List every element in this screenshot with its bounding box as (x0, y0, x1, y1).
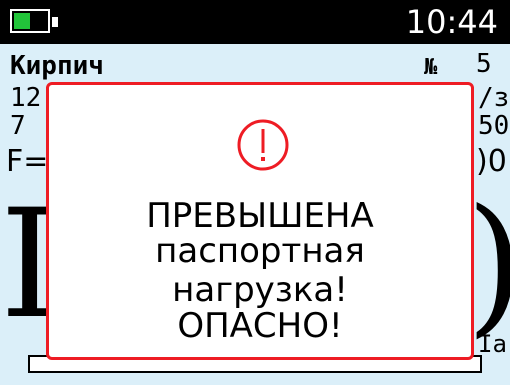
row3-right-value: 50 (478, 111, 510, 141)
row2-left-value: 12 (10, 83, 42, 113)
overload-warning-dialog: ПРЕВЫШЕНА паспортная нагрузка! ОПАСНО! (46, 82, 474, 360)
material-label: Кирпич (10, 51, 104, 81)
number-label: № (424, 55, 438, 80)
battery-tip (52, 17, 58, 27)
device-screen: 10:44 Кирпич № 5 12 /з 7 50 F= )0 I ) Ia… (0, 0, 510, 385)
battery-icon (10, 9, 58, 33)
force-value: )0 (476, 144, 507, 179)
status-bar: 10:44 (0, 0, 510, 44)
warning-line-4: ОПАСНО! (177, 306, 343, 346)
warning-line-1: ПРЕВЫШЕНА (146, 196, 374, 236)
exclamation-circle-icon (237, 119, 289, 171)
row3-left-value: 7 (10, 111, 26, 141)
battery-level-fill (14, 13, 30, 29)
force-label: F= (6, 144, 49, 179)
number-value: 5 (476, 49, 492, 79)
warning-line-3: нагрузка! (172, 270, 348, 310)
row2-right-value: /з (478, 83, 510, 113)
clock: 10:44 (405, 3, 498, 41)
unit-label: Ia (478, 330, 507, 358)
warning-line-2: паспортная (155, 231, 365, 271)
